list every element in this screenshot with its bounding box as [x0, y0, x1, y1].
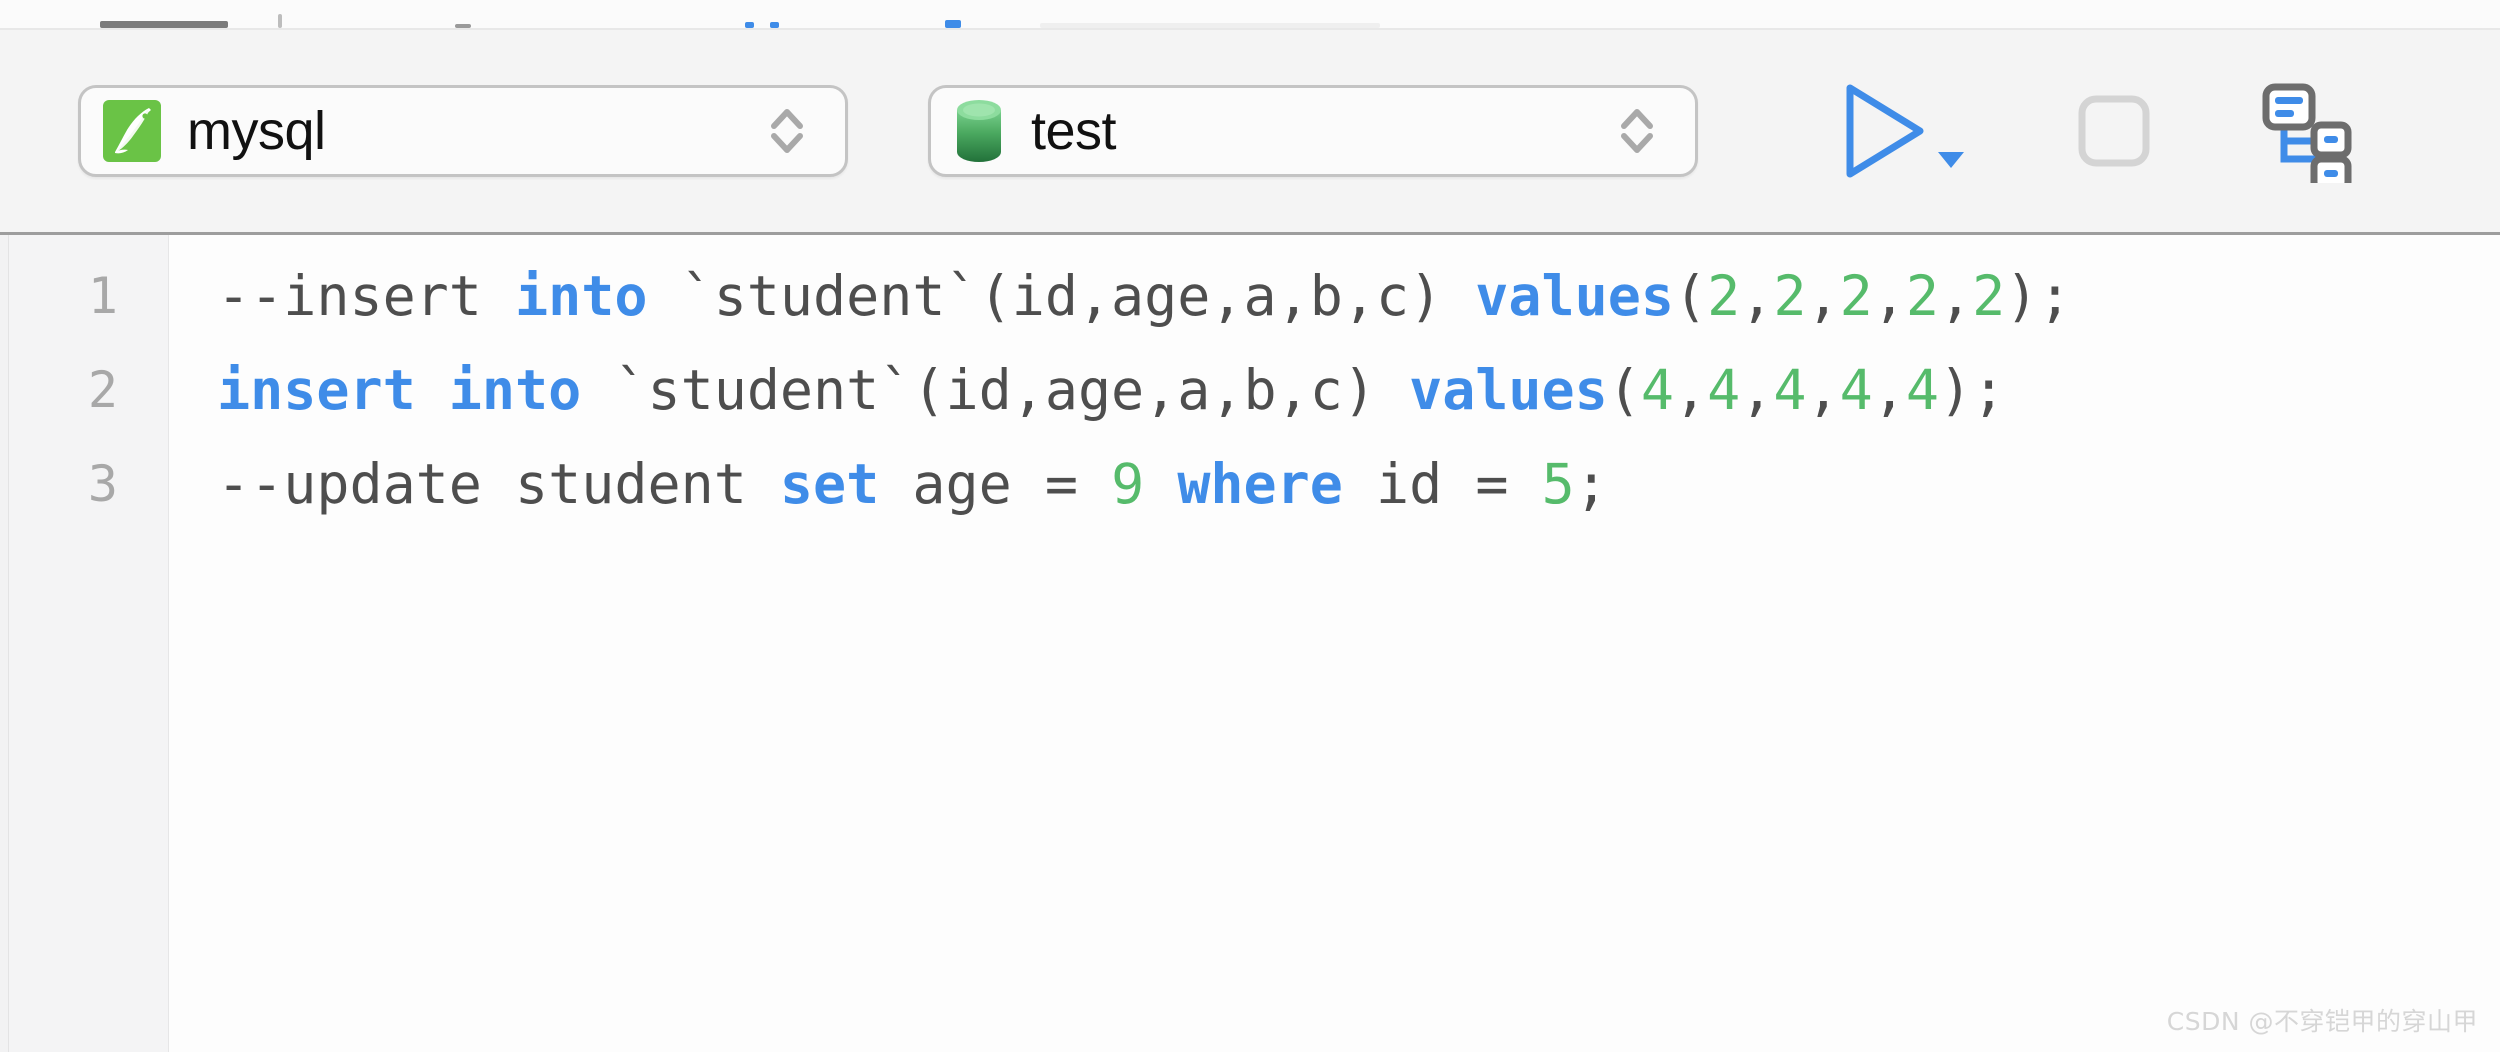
line-number: 3	[87, 455, 118, 513]
code-token-number: 2	[1773, 264, 1807, 328]
code-token-plain: ,	[1872, 264, 1906, 328]
toolbar-actions	[1816, 71, 2371, 191]
caret-down-icon	[1938, 152, 1964, 168]
run-button[interactable]	[1816, 71, 2009, 191]
code-token-comment: --insert	[217, 264, 516, 328]
code-line[interactable]: --update student set age = 9 where id = …	[217, 437, 2500, 531]
chevron-up-down-icon[interactable]	[1605, 95, 1669, 167]
code-token-plain: (	[1673, 264, 1708, 328]
code-token-plain: ,	[1872, 358, 1906, 422]
code-token-plain: );	[2005, 264, 2072, 328]
code-token-number: 9	[1111, 452, 1145, 516]
code-token-plain: ,	[1740, 358, 1774, 422]
code-token-number: 2	[1707, 264, 1741, 328]
code-token-plain: id =	[1342, 452, 1542, 516]
code-token-number: 4	[1905, 358, 1940, 422]
code-token-number: 2	[1972, 264, 2006, 328]
code-line[interactable]: --insert into `student`(id,age,a,b,c) va…	[217, 249, 2500, 343]
database-cylinder-icon	[953, 98, 1005, 164]
code-token-number: 2	[1905, 264, 1939, 328]
stop-button	[2049, 71, 2179, 191]
code-token-plain: `student`(id,age,a,b,c)	[647, 264, 1476, 328]
code-line[interactable]: insert into `student`(id,age,a,b,c) valu…	[217, 343, 2500, 437]
line-number: 1	[87, 267, 118, 325]
csdn-watermark: CSDN @不穿铠甲的穿山甲	[2166, 1007, 2478, 1036]
schema-diagram-button[interactable]	[2241, 71, 2371, 191]
code-token-plain: ,	[1740, 264, 1774, 328]
code-token-keyword: values	[1409, 358, 1608, 422]
code-token-keyword: values	[1475, 264, 1674, 328]
code-token-number: 5	[1541, 452, 1575, 516]
code-token-plain: ,	[1806, 358, 1840, 422]
code-token-keyword: set	[779, 452, 880, 516]
line-number-gutter: 1 2 3	[9, 235, 169, 1052]
code-token-number: 4	[1773, 358, 1807, 422]
code-token-keyword: where	[1177, 452, 1343, 516]
schema-select-value: test	[1031, 101, 1117, 161]
mysql-dolphin-icon	[103, 100, 161, 162]
code-token-keyword: into	[515, 264, 648, 328]
connection-select[interactable]: mysql	[78, 85, 848, 177]
code-token-plain: ,	[1806, 264, 1840, 328]
code-token-plain: );	[1939, 358, 2006, 422]
clipped-element-pipe	[278, 14, 282, 28]
code-token-plain: ;	[1574, 452, 1608, 516]
editor-left-rail	[0, 235, 9, 1052]
code-token-plain: `student`(id,age,a,b,c)	[581, 358, 1410, 422]
line-number: 2	[87, 361, 118, 419]
code-token-plain: age =	[879, 452, 1112, 516]
code-token-number: 4	[1640, 358, 1675, 422]
code-token-plain: ,	[1674, 358, 1708, 422]
chevron-up-down-icon[interactable]	[755, 95, 819, 167]
code-token-keyword: insert into	[217, 358, 582, 422]
code-token-number: 4	[1839, 358, 1873, 422]
code-token-plain: ,	[1938, 264, 1973, 328]
code-content-area[interactable]: --insert into `student`(id,age,a,b,c) va…	[169, 235, 2500, 1052]
code-token-plain: (	[1607, 358, 1641, 422]
editor-toolbar: mysql test	[0, 28, 2500, 232]
sql-editor[interactable]: 1 2 3 --insert into `student`(id,age,a,b,c…	[0, 232, 2500, 1052]
schema-select[interactable]: test	[928, 85, 1698, 177]
code-token-comment: --update student	[217, 452, 780, 516]
code-token-number: 4	[1707, 358, 1741, 422]
clipped-element-caret	[945, 20, 961, 28]
code-token-number: 2	[1839, 264, 1873, 328]
connection-select-value: mysql	[187, 101, 326, 161]
clipped-element-bar	[100, 21, 228, 28]
clipped-toolbar-strip	[0, 0, 2500, 28]
